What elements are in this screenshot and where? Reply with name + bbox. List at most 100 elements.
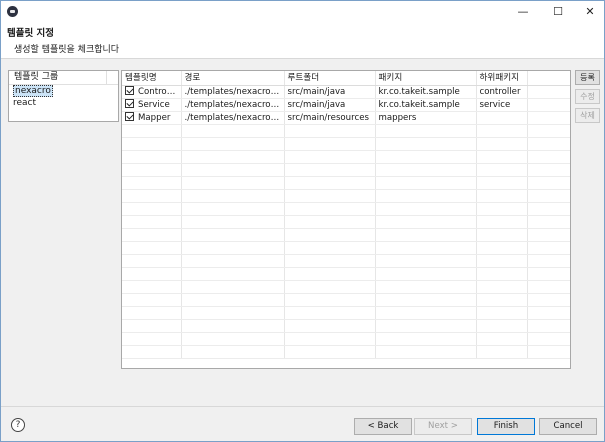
empty-cell [181,293,285,307]
empty-cell [122,228,182,242]
empty-cell [375,280,477,294]
empty-row [122,215,570,229]
delete-button[interactable]: 삭제 [575,108,600,123]
eclipse-app-icon [7,6,18,17]
empty-cell [375,202,477,216]
empty-row [122,332,570,346]
empty-cell [181,280,285,294]
empty-row [122,254,570,268]
empty-cell [284,124,376,138]
back-button[interactable]: < Back [354,418,412,435]
empty-cell [284,202,376,216]
empty-cell [375,163,477,177]
template-group-item[interactable]: nexacro [9,85,118,97]
add-button[interactable]: 등록 [575,70,600,85]
empty-cell [527,254,570,268]
empty-cell [375,228,477,242]
empty-cell [375,150,477,164]
template-group-header-label: 템플릿 그룹 [14,72,59,82]
filler-cell [527,98,570,112]
path-cell: ./templates/nexacro/map... [181,111,285,125]
empty-cell [284,345,376,359]
empty-cell [122,150,182,164]
empty-row [122,137,570,151]
empty-cell [527,280,570,294]
column-header-subpackage[interactable]: 하위패키지 [476,71,528,86]
empty-cell [122,332,182,346]
table-row[interactable]: Mapper ./templates/nexacro/map...src/main… [122,111,570,125]
empty-cell [476,150,528,164]
empty-cell [476,280,528,294]
template-table: 템플릿명 경로 루트폴더 패키지 하위패키지 Controller ./templ… [121,70,571,369]
empty-cell [527,241,570,255]
column-header-path[interactable]: 경로 [181,71,285,86]
empty-row [122,124,570,138]
empty-cell [527,228,570,242]
cancel-button[interactable]: Cancel [539,418,597,435]
empty-cell [527,293,570,307]
empty-cell [527,202,570,216]
column-header-template-name[interactable]: 템플릿명 [122,71,182,86]
empty-cell [476,293,528,307]
empty-cell [476,137,528,151]
empty-cell [375,345,477,359]
template-group-item[interactable]: react [9,97,118,109]
package-cell: mappers [375,111,477,125]
template-group-column-header[interactable]: 템플릿 그룹 [9,71,118,85]
template-checkbox[interactable] [125,85,134,95]
empty-row [122,176,570,190]
empty-row [122,345,570,359]
empty-cell [476,124,528,138]
edit-button[interactable]: 수정 [575,89,600,104]
minimize-button[interactable]: — [506,1,540,21]
footer-divider [1,406,604,407]
empty-cell [122,319,182,333]
empty-cell [122,306,182,320]
empty-cell [527,332,570,346]
empty-cell [122,215,182,229]
template-name-label: Service [138,99,170,110]
empty-cell [375,137,477,151]
empty-cell [476,267,528,281]
empty-row [122,202,570,216]
empty-cell [284,254,376,268]
empty-cell [122,280,182,294]
table-row[interactable]: Controller./templates/nexacro/cont...src… [122,85,570,99]
empty-cell [181,202,285,216]
next-button[interactable]: Next > [414,418,472,435]
empty-cell [375,267,477,281]
close-button[interactable]: ✕ [573,1,605,21]
empty-cell [284,319,376,333]
template-name-cell[interactable]: Mapper [122,111,182,125]
empty-cell [284,241,376,255]
package-cell: kr.co.takeit.sample [375,98,477,112]
template-name-cell[interactable]: Service [122,98,182,112]
empty-cell [527,124,570,138]
empty-cell [284,228,376,242]
empty-cell [284,189,376,203]
finish-button[interactable]: Finish [477,418,535,435]
empty-cell [284,280,376,294]
table-row[interactable]: Service ./templates/nexacro/servi...src/m… [122,98,570,112]
maximize-button[interactable]: ☐ [541,1,575,21]
template-name-cell[interactable]: Controller [122,85,182,99]
empty-cell [284,150,376,164]
empty-cell [181,189,285,203]
empty-cell [476,189,528,203]
empty-cell [476,254,528,268]
empty-cell [375,254,477,268]
path-cell: ./templates/nexacro/servi... [181,98,285,112]
column-header-root-folder[interactable]: 루트폴더 [284,71,376,86]
empty-cell [476,215,528,229]
column-separator[interactable] [106,71,107,85]
empty-cell [476,345,528,359]
template-checkbox[interactable] [125,98,134,108]
help-icon[interactable]: ? [11,418,25,432]
column-header-package[interactable]: 패키지 [375,71,477,86]
empty-cell [527,345,570,359]
template-checkbox[interactable] [125,111,134,121]
template-group-item-label: nexacro [13,85,53,97]
empty-cell [122,267,182,281]
package-cell: kr.co.takeit.sample [375,85,477,99]
empty-cell [284,137,376,151]
